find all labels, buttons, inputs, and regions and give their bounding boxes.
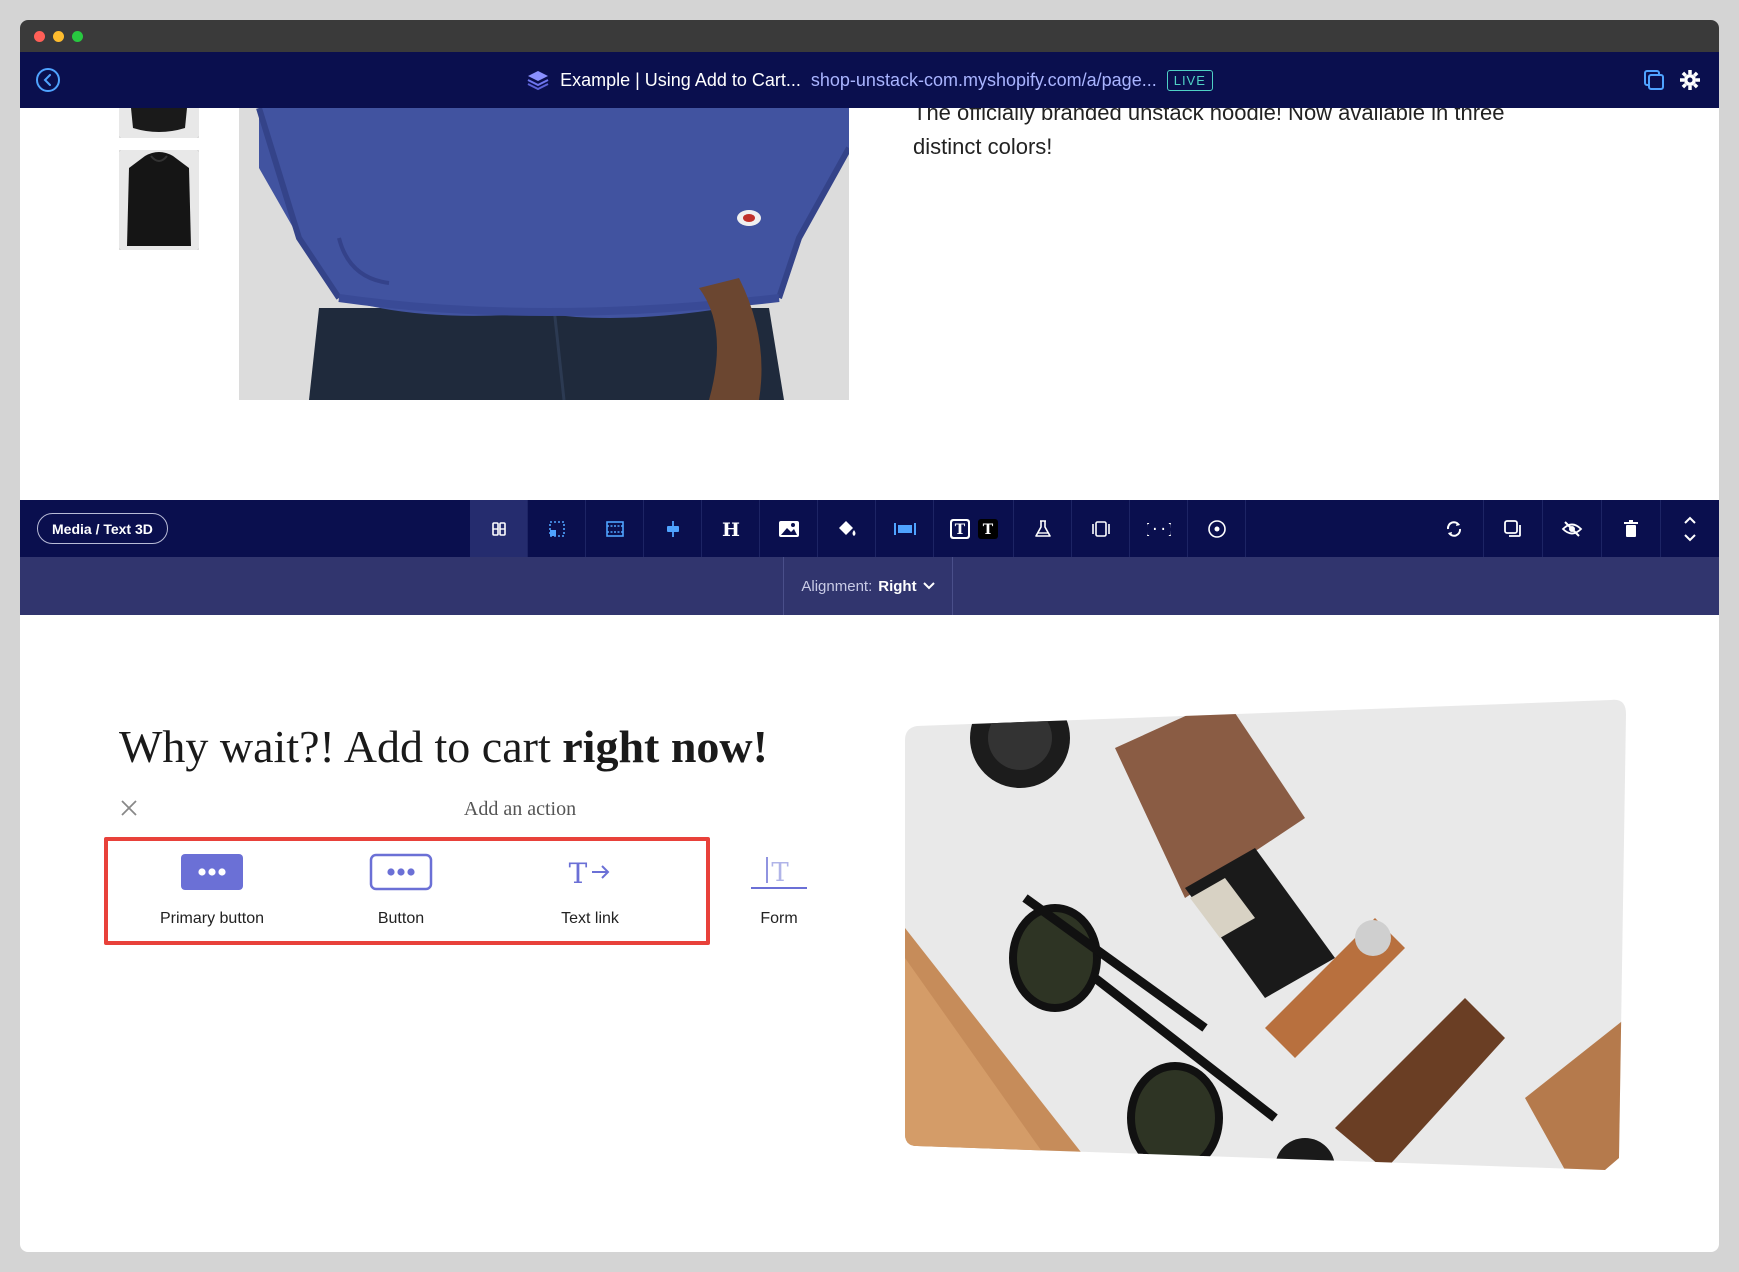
trash-icon [1624, 519, 1638, 537]
page-title[interactable]: Example | Using Add to Cart... [560, 70, 801, 91]
headline-regular: Why wait?! Add to cart [119, 721, 563, 772]
align-tool[interactable] [644, 500, 702, 557]
paint-bucket-icon [838, 520, 855, 536]
reorder-icon [1684, 516, 1696, 541]
header-actions [1643, 52, 1701, 108]
block-name-pill[interactable]: Media / Text 3D [37, 513, 168, 544]
text-link-icon: T [569, 857, 610, 889]
text-style-tool[interactable]: TT [934, 500, 1014, 557]
close-icon[interactable] [119, 798, 139, 818]
svg-text:{··}: {··} [1147, 522, 1171, 538]
action-label: Primary button [159, 910, 265, 927]
text-style-icon: TT [949, 518, 998, 539]
svg-text:T: T [954, 522, 965, 538]
product-thumbnail[interactable] [119, 150, 199, 250]
maximize-window-button[interactable] [72, 31, 83, 42]
section-icon [605, 520, 624, 537]
section-headline[interactable]: Why wait?! Add to cart right now! [119, 720, 768, 773]
alignment-dropdown[interactable]: Alignment: Right [783, 557, 953, 615]
duplicate-icon [1504, 519, 1521, 537]
target-tool[interactable] [1188, 500, 1246, 557]
browser-window: Example | Using Add to Cart... shop-unst… [20, 20, 1719, 1252]
primary-button-icon [181, 854, 243, 890]
target-icon [1207, 519, 1226, 538]
add-button-action[interactable]: Button [311, 850, 491, 928]
product-description-line: The officially branded unstack hoodie! N… [913, 108, 1505, 125]
heading-icon: H [722, 520, 740, 538]
alignment-label: Alignment: [801, 577, 873, 595]
product-section: The officially branded unstack hoodie! N… [20, 108, 1719, 520]
svg-text:T: T [771, 858, 789, 888]
layers-icon [527, 71, 549, 91]
product-description-line: distinct colors! [913, 134, 1053, 159]
media-3d-image [905, 699, 1626, 1170]
form-icon: T [751, 857, 807, 889]
crop-icon [548, 520, 565, 537]
product-thumbnail[interactable] [119, 108, 199, 138]
experiment-tool[interactable] [1014, 500, 1072, 557]
add-action-title: Add an action [463, 798, 577, 820]
window-titlebar [20, 20, 1719, 52]
block-toolbar: Media / Text 3D H T T ·· [20, 500, 1719, 557]
action-label: Form [760, 910, 798, 927]
code-icon: {··} [1147, 522, 1171, 538]
copy-icon[interactable] [1643, 69, 1665, 91]
section-tool[interactable] [586, 500, 644, 557]
sync-tool[interactable] [1424, 500, 1483, 557]
svg-text:H: H [722, 520, 740, 538]
hide-tool[interactable] [1542, 500, 1601, 557]
width-tool[interactable] [876, 500, 934, 557]
action-label: Text link [561, 910, 619, 927]
block-tools: H TT {··} [470, 500, 1246, 557]
hide-icon [1561, 520, 1583, 537]
add-text-link-action[interactable]: T Text link [500, 850, 680, 928]
width-icon [893, 522, 916, 535]
delete-tool[interactable] [1601, 500, 1660, 557]
layout-icon [491, 521, 506, 536]
svg-text:T: T [569, 857, 588, 889]
code-tool[interactable]: {··} [1130, 500, 1188, 557]
page-url[interactable]: shop-unstack-com.myshopify.com/a/page... [811, 70, 1157, 91]
close-window-button[interactable] [34, 31, 45, 42]
columns-icon [1091, 520, 1110, 537]
live-badge: LIVE [1166, 69, 1213, 91]
add-form-action[interactable]: T Form [689, 850, 869, 928]
crop-tool[interactable] [528, 500, 586, 557]
headline-bold: right now! [562, 721, 768, 772]
gear-icon[interactable] [1679, 69, 1701, 91]
button-icon [369, 853, 433, 891]
flask-icon [1034, 519, 1051, 537]
minimize-window-button[interactable] [53, 31, 64, 42]
block-options-bar: Alignment: Right [20, 557, 1719, 615]
alignment-value: Right [878, 577, 917, 595]
reorder-tool[interactable] [1660, 500, 1719, 557]
image-tool[interactable] [760, 500, 818, 557]
background-tool[interactable] [818, 500, 876, 557]
columns-tool[interactable] [1072, 500, 1130, 557]
chevron-down-icon [922, 582, 935, 590]
product-description: The officially branded unstack hoodie! N… [913, 108, 1613, 164]
sync-icon [1446, 520, 1461, 537]
block-actions [1424, 500, 1719, 557]
layout-tool[interactable] [470, 500, 528, 557]
duplicate-tool[interactable] [1483, 500, 1542, 557]
image-icon [778, 520, 799, 537]
product-hero-image [239, 108, 849, 400]
app-header: Example | Using Add to Cart... shop-unst… [20, 52, 1719, 108]
heading-tool[interactable]: H [702, 500, 760, 557]
action-label: Button [377, 910, 425, 927]
svg-text:T: T [982, 522, 993, 538]
page-info: Example | Using Add to Cart... shop-unst… [20, 52, 1719, 108]
align-icon [666, 520, 679, 537]
add-primary-button-action[interactable]: Primary button [122, 850, 302, 928]
